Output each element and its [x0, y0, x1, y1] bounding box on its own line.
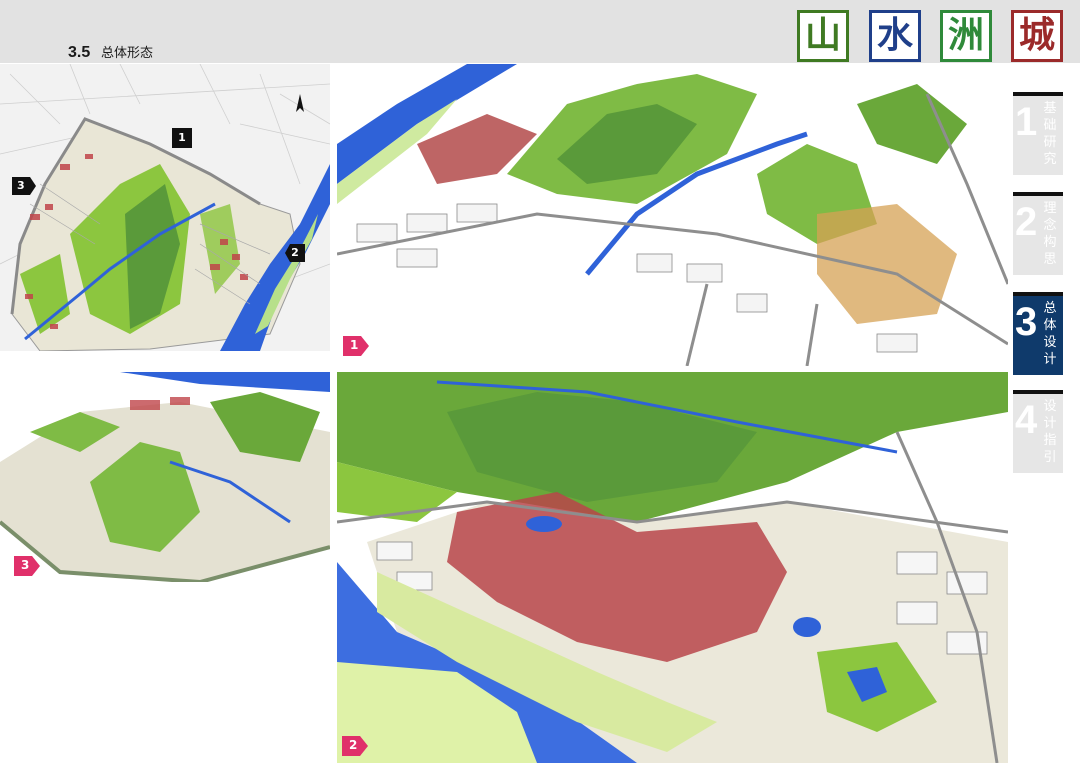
tab-label: 理念构思: [1043, 201, 1057, 267]
aerial-view-3: 3: [0, 372, 330, 582]
sidebar-tab-design[interactable]: 3 总体设计: [1013, 292, 1063, 375]
tab-number: 1: [1015, 100, 1038, 144]
view-badge-3-label: 3: [21, 558, 30, 572]
tab-label: 总体设计: [1043, 301, 1057, 367]
tab-label: 设计指引: [1043, 399, 1057, 465]
logo-char-island: 洲: [940, 10, 992, 62]
tab-number: 4: [1015, 398, 1038, 442]
sidebar-tab-research[interactable]: 1 基础研究: [1013, 92, 1063, 175]
view-badge-2-label: 2: [349, 738, 358, 752]
sidebar-tab-guidelines[interactable]: 4 设计指引: [1013, 390, 1063, 473]
view-badge-2: 2: [342, 736, 368, 756]
tab-divider: [1013, 292, 1063, 296]
tab-label: 基础研究: [1043, 101, 1057, 167]
logo-char-city: 城: [1011, 10, 1063, 62]
logo-char-mountain: 山: [797, 10, 849, 62]
tab-divider: [1013, 192, 1063, 196]
aerial-view-1: 1: [337, 64, 1008, 366]
page-title: 3.5 总体形态: [68, 42, 153, 62]
section-number: 3.5: [68, 44, 91, 61]
logo-char-water: 水: [869, 10, 921, 62]
tab-number: 2: [1015, 200, 1038, 244]
view-badge-3: 3: [14, 556, 40, 576]
tab-number: 3: [1015, 300, 1038, 344]
master-plan-map: 1 2 3: [0, 64, 330, 351]
view-badge-1: 1: [343, 336, 369, 356]
tab-divider: [1013, 92, 1063, 96]
plan-marker-1: 1: [172, 128, 192, 148]
section-title-text: 总体形态: [101, 46, 154, 61]
sidebar-tab-concept[interactable]: 2 理念构思: [1013, 192, 1063, 275]
aerial-view-2: 2: [337, 372, 1008, 763]
view-badge-1-label: 1: [350, 338, 359, 352]
tab-divider: [1013, 390, 1063, 394]
